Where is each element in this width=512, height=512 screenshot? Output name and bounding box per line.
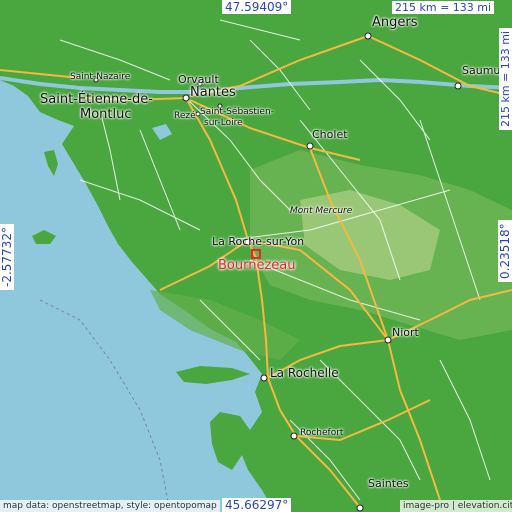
city-label-reze: Rezé (174, 111, 196, 121)
city-label-niort: Niort (392, 326, 419, 339)
attribution-right: image-pro | elevation.city (400, 500, 512, 512)
coord-right: 0.23518° (498, 220, 512, 282)
coord-bottom: 45.66297° (222, 498, 292, 512)
map-view[interactable]: Angers Saint-Nazaire Orvault Nantes Sain… (0, 0, 512, 512)
coord-left: -2.57732° (0, 224, 14, 290)
scale-vertical: 215 km = 133 mi (499, 27, 512, 130)
city-label-la-rochelle: La Rochelle (270, 366, 339, 380)
location-label: Bournezeau (218, 258, 296, 273)
scale-horizontal: 215 km = 133 mi (392, 1, 495, 14)
attribution-left: map data: openstreetmap, style: opentopo… (0, 500, 220, 512)
city-label-la-roche-sur-yon: La Roche-sur-Yon (212, 235, 305, 248)
city-label-saint-etienne: Saint-Étienne-de- (40, 92, 153, 107)
city-label-saint-nazaire: Saint-Nazaire (70, 72, 131, 82)
city-label-saintes: Saintes (368, 477, 409, 490)
peak-label-mont-mercure: Mont Mercure (290, 206, 353, 216)
city-label-saint-sebastien: Saint-Sébastien- (200, 107, 274, 117)
city-label-nantes: Nantes (190, 85, 236, 100)
city-label-cholet: Cholet (312, 128, 348, 141)
city-label-orvault: Orvault (178, 73, 219, 86)
city-label-sur-loire: sur-Loire (204, 118, 243, 128)
city-label-angers: Angers (372, 15, 418, 30)
coord-top: 47.59409° (222, 0, 292, 14)
city-label-montluc: Montluc (80, 107, 132, 122)
city-label-rochefort: Rochefort (300, 428, 344, 438)
